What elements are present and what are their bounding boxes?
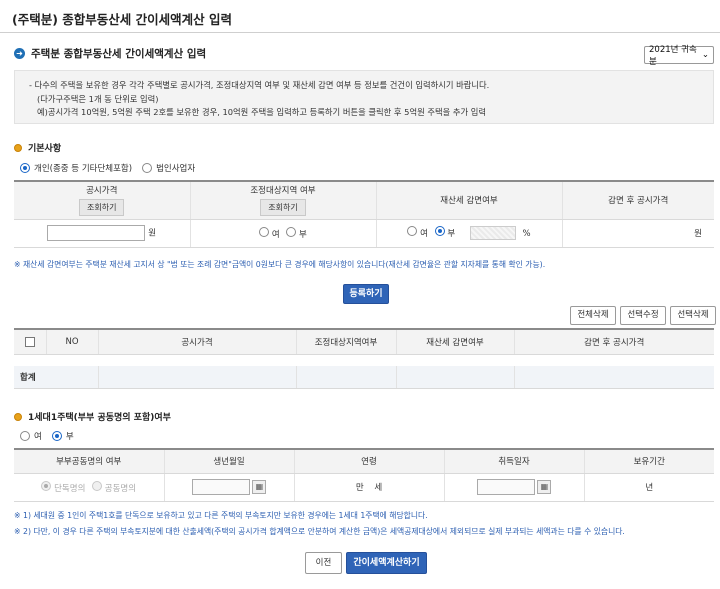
year-select[interactable]: 2021년 귀속분 ⌄	[644, 45, 714, 67]
header-age: 연령	[294, 449, 445, 474]
acquisition-date-input[interactable]	[476, 479, 535, 495]
region-yes-radio[interactable]	[259, 226, 270, 237]
region-no-radio[interactable]	[286, 226, 297, 237]
bullet-icon	[14, 143, 22, 152]
chevron-down-icon: ⌄	[701, 50, 709, 60]
list-header-after-price: 감면 후 공시가격	[514, 329, 714, 355]
reduction-no-radio[interactable]	[434, 225, 445, 236]
notice-box: - 다수의 주택을 보유한 경우 각각 주택별로 공시가격, 조정대상지역 여부…	[14, 70, 714, 124]
basic-heading: 기본사항	[14, 141, 61, 154]
single-house-table: 부부공동명의 여부 생년월일 연령 취득일자 보유기간 단독명의 공동명의 ▦ …	[14, 448, 714, 502]
calendar-icon[interactable]: ▦	[537, 480, 552, 494]
single-yes-label: 여	[34, 432, 42, 442]
header-price: 공시가격 조회하기	[14, 181, 191, 220]
select-all-checkbox[interactable]	[24, 336, 35, 347]
select-all-cell	[14, 329, 47, 355]
section-header: ➜ 주택분 종합부동산세 간이세액계산 입력	[14, 46, 206, 61]
sole-ownership-radio[interactable]	[41, 480, 52, 491]
single-no-label: 부	[65, 432, 74, 442]
header-region: 조정대상지역 여부 조회하기	[190, 181, 377, 220]
title-divider	[0, 32, 720, 33]
total-label: 합계	[14, 366, 99, 389]
single-no-radio[interactable]	[51, 431, 62, 441]
register-button[interactable]: 등록하기	[343, 284, 389, 304]
price-cell: 원	[14, 219, 191, 248]
footnote-1: ※ 1) 세대원 중 1인이 주택1호를 단독으로 보유하고 있고 다른 주택의…	[14, 511, 428, 520]
section-title: 주택분 종합부동산세 간이세액계산 입력	[31, 48, 207, 60]
bullet-icon	[14, 412, 22, 421]
reduction-cell: 여 부 %	[376, 219, 563, 248]
list-header-region: 조정대상지역여부	[296, 329, 397, 355]
house-list-table: NO 공시가격 조정대상지역여부 재산세 감면여부 감면 후 공시가격 합계	[14, 328, 714, 389]
region-lookup-button[interactable]: 조회하기	[260, 199, 306, 217]
header-reduction: 재산세 감면여부	[376, 181, 563, 220]
price-lookup-button[interactable]: 조회하기	[79, 199, 125, 217]
basic-input-table: 공시가격 조회하기 조정대상지역 여부 조회하기 재산세 감면여부 감면 후 공…	[14, 180, 714, 248]
owner-type-radios: 개인(종중 등 기타단체포함) 법인사업자	[20, 162, 195, 174]
acquisition-cell: ▦	[444, 473, 585, 502]
arrow-right-icon: ➜	[14, 48, 25, 59]
single-house-radios: 여 부	[20, 430, 74, 442]
list-header-no: NO	[46, 329, 99, 355]
ownership-cell: 단독명의 공동명의	[14, 473, 165, 502]
single-house-heading: 1세대1주택(부부 공동명의 포함)여부	[14, 410, 171, 423]
page-title: (주택분) 종합부동산세 간이세액계산 입력	[12, 12, 232, 27]
header-joint-ownership: 부부공동명의 여부	[14, 449, 165, 474]
holding-period-cell: 년	[584, 473, 714, 502]
age-cell: 만 세	[294, 473, 445, 502]
radio-corporate-label: 법인사업자	[156, 164, 196, 174]
list-header-price: 공시가격	[98, 329, 297, 355]
header-after-price: 감면 후 공시가격	[562, 181, 714, 220]
radio-individual[interactable]	[20, 163, 30, 173]
calculate-button[interactable]: 간이세액계산하기	[346, 552, 427, 574]
region-cell: 여 부	[190, 219, 377, 248]
footnote-2: ※ 2) 다만, 이 경우 다른 주택의 부속토지분에 대한 산출세액(주택의 …	[14, 527, 625, 536]
radio-corporate[interactable]	[142, 163, 153, 173]
header-holding-period: 보유기간	[584, 449, 714, 474]
delete-all-button[interactable]: 전체삭제	[570, 306, 616, 325]
birthdate-input[interactable]	[191, 479, 250, 495]
notice-line-3: 예)공시가격 10억원, 5억원 주택 2호를 보유한 경우, 10억원 주택을…	[37, 107, 487, 117]
notice-line-2: (다가구주택은 1개 동 단위로 입력)	[37, 93, 159, 104]
header-birthdate: 생년월일	[164, 449, 295, 474]
radio-individual-label: 개인(종중 등 기타단체포함)	[34, 164, 133, 174]
delete-selected-button[interactable]: 선택삭제	[670, 306, 716, 325]
calendar-icon[interactable]: ▦	[252, 480, 267, 494]
reduction-note: ※ 재산세 감면여부는 주택분 재산세 고지서 상 "법 또는 조례 감면"금액…	[14, 260, 546, 269]
single-yes-radio[interactable]	[20, 431, 30, 441]
prev-button[interactable]: 이전	[305, 552, 342, 574]
total-row: 합계	[14, 366, 714, 389]
notice-line-1: - 다수의 주택을 보유한 경우 각각 주택별로 공시가격, 조정대상지역 여부…	[29, 80, 490, 90]
price-input[interactable]	[47, 225, 146, 241]
header-acquisition-date: 취득일자	[444, 449, 585, 474]
after-price-cell: 원	[562, 219, 714, 248]
joint-ownership-radio[interactable]	[92, 480, 103, 491]
reduction-rate-input[interactable]	[469, 226, 516, 241]
year-select-value: 2021년 귀속분	[649, 45, 697, 67]
reduction-yes-radio[interactable]	[407, 225, 418, 236]
birthdate-cell: ▦	[164, 473, 295, 502]
list-header-reduction: 재산세 감면여부	[396, 329, 515, 355]
edit-selected-button[interactable]: 선택수정	[620, 306, 666, 325]
